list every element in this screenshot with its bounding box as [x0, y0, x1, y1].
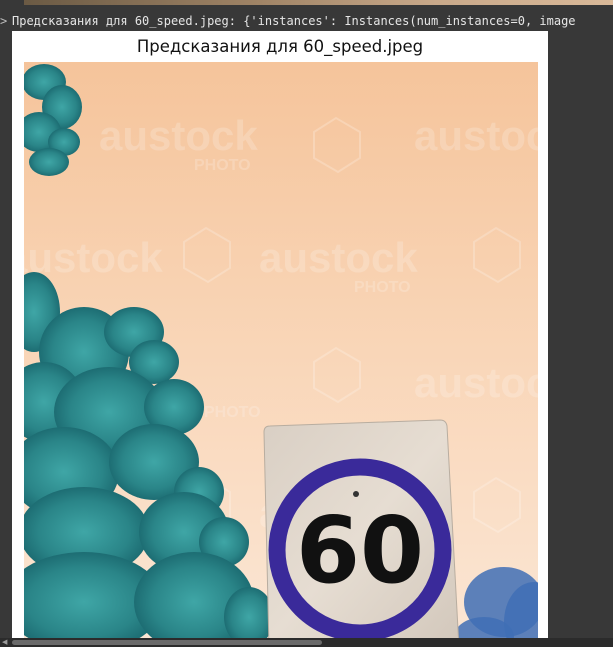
output-log-text: Предсказания для 60_speed.jpeg: {'instan…	[12, 14, 576, 28]
triangle-left-icon[interactable]: ◀	[2, 639, 10, 646]
prediction-figure: Предсказания для 60_speed.jpeg austock P…	[12, 31, 548, 647]
speed-sign-photo: austock PHOTO austock austock PHOTO aust…	[24, 62, 538, 642]
watermark-subtext: PHOTO	[354, 279, 411, 296]
output-log-line: > Предсказания для 60_speed.jpeg: {'insta…	[0, 13, 613, 29]
horizontal-scrollbar[interactable]: ◀	[0, 638, 613, 647]
sign-number: 60	[296, 497, 424, 604]
previous-image-bottom-edge	[24, 0, 613, 5]
speed-limit-sign: 60	[263, 419, 460, 642]
watermark-subtext: PHOTO	[194, 157, 251, 174]
output-prompt-mark: >	[0, 14, 8, 28]
watermark-text: austock	[414, 359, 538, 406]
figure-title: Предсказания для 60_speed.jpeg	[136, 37, 424, 56]
notebook-output-cell: > Предсказания для 60_speed.jpeg: {'insta…	[0, 0, 613, 647]
watermark-text: austock	[414, 112, 538, 159]
watermark-subtext: PHOTO	[204, 404, 261, 421]
watermark-text: austock	[259, 234, 418, 281]
watermark-text: austock	[99, 112, 258, 159]
watermark-text: austock	[24, 234, 163, 281]
scrollbar-thumb[interactable]	[12, 640, 322, 645]
prediction-photo: austock PHOTO austock austock PHOTO aust…	[24, 62, 538, 642]
